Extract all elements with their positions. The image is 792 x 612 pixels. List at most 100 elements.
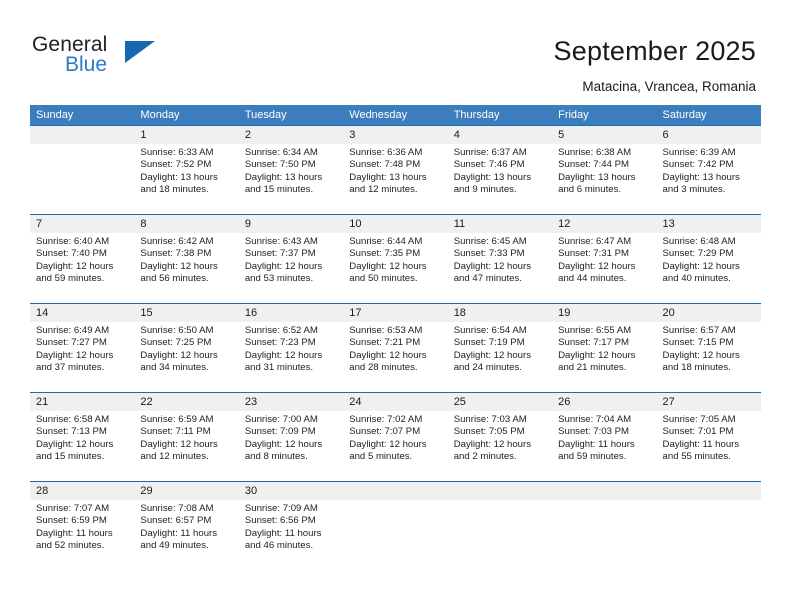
day-cell[interactable]: Sunrise: 6:33 AM Sunset: 7:52 PM Dayligh… [134,144,238,214]
logo-text-blue: Blue [65,53,108,76]
sunset-text: Sunset: 7:01 PM [662,426,734,438]
sunrise-text: Sunrise: 6:55 AM [558,325,632,336]
day-number[interactable]: 8 [134,215,238,233]
sunrise-text: Sunrise: 6:57 AM [662,325,736,336]
daylight-text-line1: Daylight: 13 hours [558,171,636,183]
day-cell[interactable]: Sunrise: 6:54 AM Sunset: 7:19 PM Dayligh… [448,322,552,392]
day-cell[interactable]: Sunrise: 6:53 AM Sunset: 7:21 PM Dayligh… [343,322,447,392]
day-number[interactable]: 14 [30,304,134,322]
day-number[interactable]: 6 [657,126,761,144]
daylight-text-line1: Daylight: 12 hours [662,349,740,361]
day-cell[interactable] [30,144,134,214]
day-cell[interactable]: Sunrise: 7:02 AM Sunset: 7:07 PM Dayligh… [343,411,447,481]
day-number[interactable]: 23 [239,393,343,411]
day-cell[interactable] [552,500,656,570]
day-cell[interactable]: Sunrise: 6:40 AM Sunset: 7:40 PM Dayligh… [30,233,134,303]
day-cell[interactable]: Sunrise: 6:37 AM Sunset: 7:46 PM Dayligh… [448,144,552,214]
daylight-text-line1: Daylight: 13 hours [453,171,532,183]
day-cell[interactable]: Sunrise: 7:03 AM Sunset: 7:05 PM Dayligh… [448,411,552,481]
day-number[interactable]: 17 [343,304,447,322]
day-cell[interactable]: Sunrise: 6:49 AM Sunset: 7:27 PM Dayligh… [30,322,134,392]
day-cell[interactable]: Sunrise: 6:48 AM Sunset: 7:29 PM Dayligh… [657,233,761,303]
sunset-text: Sunset: 6:59 PM [36,515,107,527]
week-day-number-band: 28 29 30 [30,482,761,500]
day-number[interactable]: 25 [448,393,552,411]
day-number[interactable]: 12 [552,215,656,233]
day-number[interactable]: 22 [134,393,238,411]
day-cell[interactable]: Sunrise: 6:45 AM Sunset: 7:33 PM Dayligh… [448,233,552,303]
daylight-text-line1: Daylight: 11 hours [662,438,740,450]
daylight-text-line2: and 49 minutes. [140,540,209,552]
day-cell[interactable]: Sunrise: 7:07 AM Sunset: 6:59 PM Dayligh… [30,500,134,570]
sunrise-text: Sunrise: 6:54 AM [453,325,527,336]
day-number[interactable] [343,482,447,500]
sunrise-text: Sunrise: 6:34 AM [244,147,318,158]
daylight-text-line1: Daylight: 12 hours [36,349,114,361]
day-number[interactable]: 7 [30,215,134,233]
day-number[interactable] [30,126,134,144]
sunset-text: Sunset: 7:48 PM [349,159,421,171]
day-cell[interactable] [448,500,552,570]
day-number[interactable]: 18 [448,304,552,322]
sunset-text: Sunset: 7:52 PM [140,159,212,171]
week-detail-band: Sunrise: 6:40 AM Sunset: 7:40 PM Dayligh… [30,233,761,303]
day-number[interactable]: 26 [552,393,656,411]
day-number[interactable] [657,482,761,500]
day-number[interactable]: 5 [552,126,656,144]
day-cell[interactable] [657,500,761,570]
calendar-week-row: 28 29 30 Sunrise: 7:07 AM Sunset: 6:59 P… [30,481,761,570]
day-cell[interactable]: Sunrise: 6:38 AM Sunset: 7:44 PM Dayligh… [552,144,656,214]
day-cell[interactable]: Sunrise: 6:42 AM Sunset: 7:38 PM Dayligh… [134,233,238,303]
day-cell[interactable]: Sunrise: 6:39 AM Sunset: 7:42 PM Dayligh… [657,144,761,214]
day-cell[interactable]: Sunrise: 6:55 AM Sunset: 7:17 PM Dayligh… [552,322,656,392]
day-number[interactable]: 10 [343,215,447,233]
day-cell[interactable]: Sunrise: 7:09 AM Sunset: 6:56 PM Dayligh… [239,500,343,570]
day-cell[interactable]: Sunrise: 6:47 AM Sunset: 7:31 PM Dayligh… [552,233,656,303]
day-number[interactable]: 15 [134,304,238,322]
day-number[interactable] [448,482,552,500]
day-cell[interactable]: Sunrise: 6:52 AM Sunset: 7:23 PM Dayligh… [239,322,343,392]
daylight-text-line2: and 47 minutes. [453,273,522,285]
day-number[interactable]: 27 [657,393,761,411]
day-number[interactable]: 19 [552,304,656,322]
day-number[interactable]: 16 [239,304,343,322]
day-number[interactable]: 30 [239,482,343,500]
day-cell[interactable]: Sunrise: 6:59 AM Sunset: 7:11 PM Dayligh… [134,411,238,481]
day-cell[interactable]: Sunrise: 6:34 AM Sunset: 7:50 PM Dayligh… [239,144,343,214]
day-number[interactable]: 4 [448,126,552,144]
day-number[interactable] [552,482,656,500]
day-cell[interactable]: Sunrise: 6:43 AM Sunset: 7:37 PM Dayligh… [239,233,343,303]
daylight-text-line1: Daylight: 13 hours [662,171,740,183]
day-number[interactable]: 1 [134,126,238,144]
day-cell[interactable]: Sunrise: 6:50 AM Sunset: 7:25 PM Dayligh… [134,322,238,392]
day-cell[interactable]: Sunrise: 6:44 AM Sunset: 7:35 PM Dayligh… [343,233,447,303]
daylight-text-line2: and 37 minutes. [36,362,105,374]
day-cell[interactable]: Sunrise: 7:04 AM Sunset: 7:03 PM Dayligh… [552,411,656,481]
day-cell[interactable]: Sunrise: 7:00 AM Sunset: 7:09 PM Dayligh… [239,411,343,481]
day-number[interactable]: 9 [239,215,343,233]
day-cell[interactable]: Sunrise: 6:57 AM Sunset: 7:15 PM Dayligh… [657,322,761,392]
week-day-number-band: 1 2 3 4 5 6 [30,126,761,144]
day-cell[interactable]: Sunrise: 7:08 AM Sunset: 6:57 PM Dayligh… [134,500,238,570]
day-number[interactable]: 20 [657,304,761,322]
day-cell[interactable] [343,500,447,570]
day-cell[interactable]: Sunrise: 6:36 AM Sunset: 7:48 PM Dayligh… [343,144,447,214]
daylight-text-line2: and 56 minutes. [140,273,209,285]
daylight-text-line1: Daylight: 12 hours [662,260,740,272]
day-number[interactable]: 24 [343,393,447,411]
day-number[interactable]: 2 [239,126,343,144]
day-number[interactable]: 13 [657,215,761,233]
sunset-text: Sunset: 7:25 PM [140,337,212,349]
daylight-text-line2: and 34 minutes. [140,362,209,374]
day-number[interactable]: 21 [30,393,134,411]
day-number[interactable]: 3 [343,126,447,144]
sunrise-text: Sunrise: 6:53 AM [349,325,423,336]
day-number[interactable]: 28 [30,482,134,500]
sunset-text: Sunset: 7:13 PM [36,426,107,438]
day-number[interactable]: 11 [448,215,552,233]
general-blue-logo[interactable]: General Blue [32,33,182,85]
day-cell[interactable]: Sunrise: 7:05 AM Sunset: 7:01 PM Dayligh… [657,411,761,481]
calendar-week-row: 1 2 3 4 5 6 Sunrise: 6:33 AM Sunset: 7:5… [30,125,761,214]
day-number[interactable]: 29 [134,482,238,500]
day-cell[interactable]: Sunrise: 6:58 AM Sunset: 7:13 PM Dayligh… [30,411,134,481]
